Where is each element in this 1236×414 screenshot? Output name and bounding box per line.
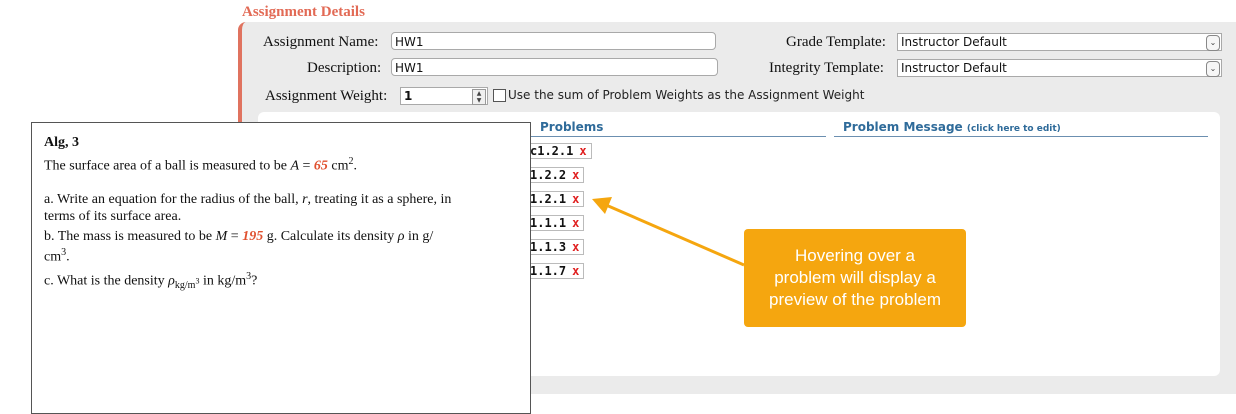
- hover-tip-callout: Hovering over a problem will display a p…: [744, 229, 966, 327]
- callout-line: Hovering over a: [794, 246, 915, 265]
- callout-line: preview of the problem: [769, 290, 941, 309]
- callout-arrow: [592, 197, 745, 267]
- callout-line: problem will display a: [774, 268, 936, 287]
